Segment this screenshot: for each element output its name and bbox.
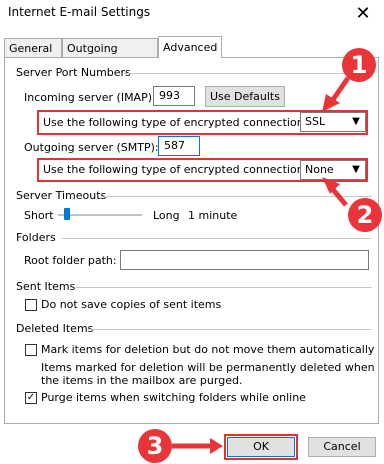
annotation-badge-2: 2 — [348, 198, 382, 232]
annotation-arrowhead-3 — [210, 438, 223, 454]
annotation-badge-1: 1 — [342, 48, 376, 82]
tab-advanced[interactable]: Advanced — [158, 36, 222, 58]
annotation-badge-3: 3 — [138, 429, 172, 463]
annotation-arrows — [172, 76, 351, 454]
